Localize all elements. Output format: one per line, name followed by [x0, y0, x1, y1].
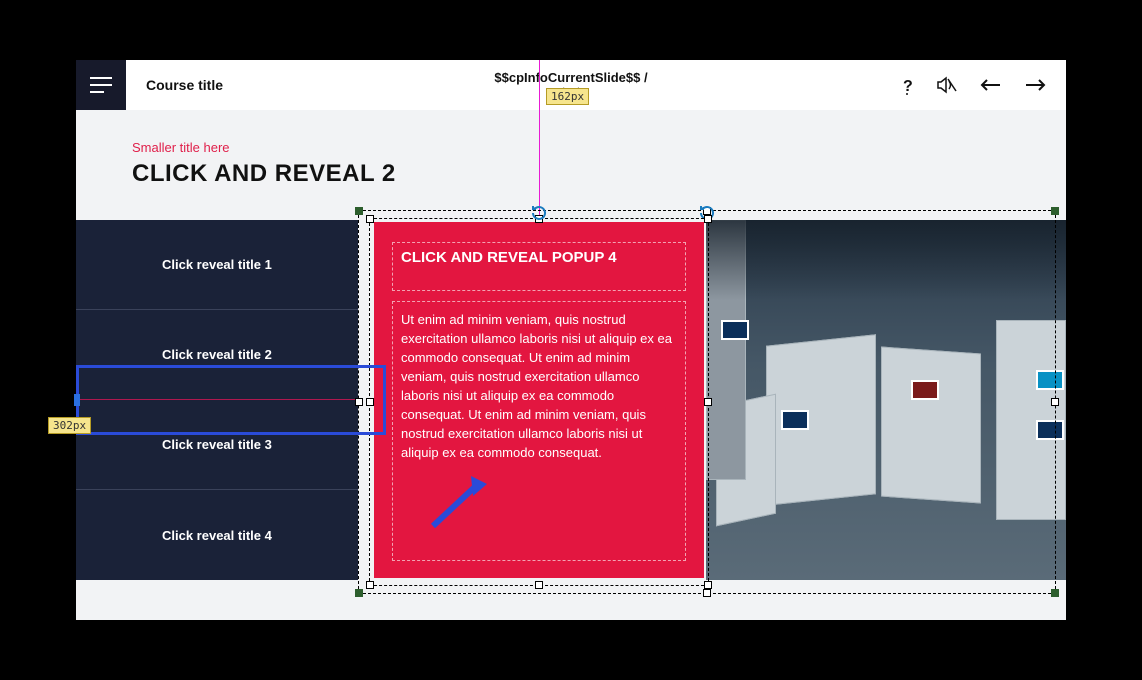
hero-image: [706, 220, 1066, 580]
sidebar-item-label: Click reveal title 2: [162, 347, 272, 362]
sidebar-item[interactable]: Click reveal title 1: [76, 220, 358, 310]
reveal-popup[interactable]: CLICK AND REVEAL POPUP 4 Ut enim ad mini…: [374, 222, 704, 578]
menu-button[interactable]: [76, 60, 126, 110]
sidebar-item[interactable]: Click reveal title 3: [76, 400, 358, 490]
course-title: Course title: [146, 77, 223, 93]
click-reveal-sidebar: Click reveal title 1 Click reveal title …: [76, 220, 358, 580]
rotate-handle-icon[interactable]: [698, 204, 714, 220]
sidebar-item[interactable]: Click reveal title 4: [76, 490, 358, 580]
rotate-handle-icon[interactable]: [530, 204, 546, 220]
sidebar-item-label: Click reveal title 1: [162, 257, 272, 272]
distance-badge-top: 162px: [546, 88, 589, 105]
slide-canvas: Course title $$cpInfoCurrentSlide$$ / $ …: [76, 60, 1066, 620]
popup-body-container: Ut enim ad minim veniam, quis nostrud ex…: [392, 301, 686, 561]
sidebar-item-label: Click reveal title 3: [162, 437, 272, 452]
subtitle: Smaller title here: [132, 140, 230, 155]
page-title: CLICK AND REVEAL 2: [132, 160, 396, 188]
next-arrow-icon[interactable]: [1024, 78, 1046, 92]
popup-title-container: CLICK AND REVEAL POPUP 4: [392, 242, 686, 291]
sidebar-item-label: Click reveal title 4: [162, 528, 272, 543]
popup-body: Ut enim ad minim veniam, quis nostrud ex…: [401, 310, 677, 462]
popup-title: CLICK AND REVEAL POPUP 4: [401, 249, 677, 266]
prev-arrow-icon[interactable]: [980, 78, 1002, 92]
help-icon[interactable]: ?: [900, 75, 914, 95]
distance-badge-left: 302px: [48, 417, 91, 434]
mute-icon[interactable]: [936, 75, 958, 95]
svg-text:?: ?: [903, 78, 913, 95]
sidebar-item[interactable]: Click reveal title 2: [76, 310, 358, 400]
topbar-icons: ?: [900, 60, 1046, 110]
